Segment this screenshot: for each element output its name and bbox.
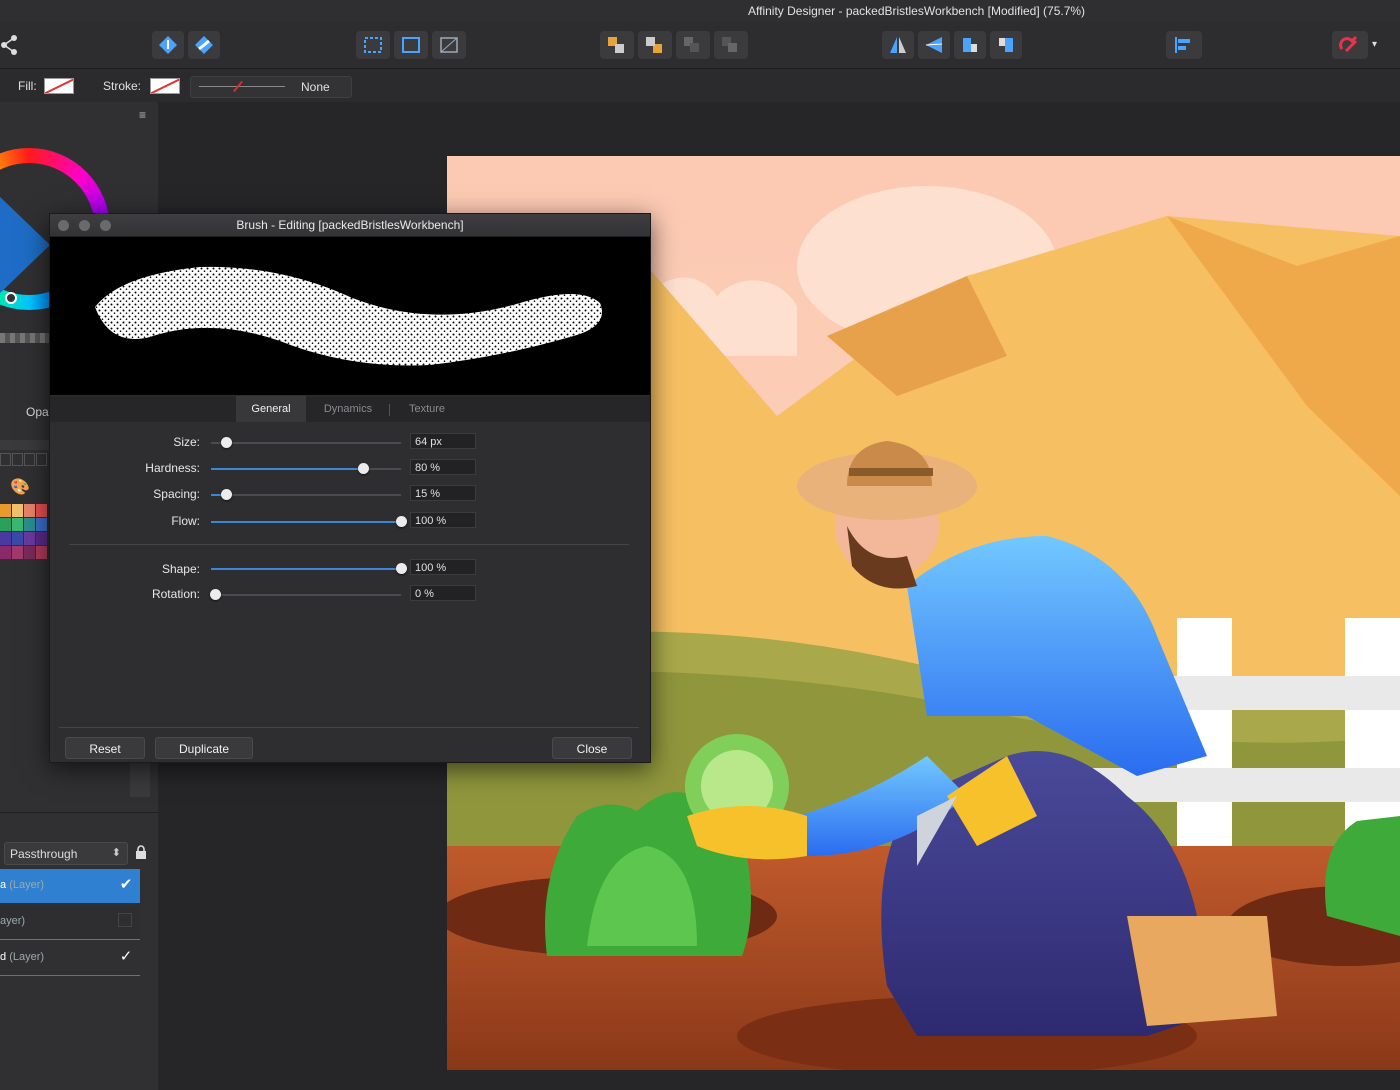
view-mode-button[interactable] [152,31,184,59]
slider-knob[interactable] [396,563,407,574]
brush-stroke-preview [50,237,650,395]
color-wheel-handle[interactable] [5,292,17,304]
stroke-preview-line [199,86,285,87]
snapping-magnet-icon[interactable] [1332,31,1368,59]
reset-button[interactable]: Reset [65,737,145,759]
opacity-slider[interactable] [0,440,50,450]
footer-divider [59,727,639,728]
close-button[interactable]: Close [552,737,632,759]
main-toolbar: ▾ [0,22,1400,69]
panel-divider [0,812,158,813]
window-title: Affinity Designer - packedBristlesWorkbe… [748,4,1086,18]
stroke-style-value: None [301,80,330,94]
rotation-value-field[interactable]: 0 % [410,585,476,601]
flip-horizontal-icon[interactable] [882,31,914,59]
layer-row-selected[interactable]: a (Layer) ✔ [0,869,140,903]
color-triangle[interactable] [0,195,50,295]
shape-value-field[interactable]: 100 % [410,559,476,575]
palette-icon[interactable]: 🎨 [10,477,30,497]
slider-knob[interactable] [221,437,232,448]
select-all-icon[interactable] [356,31,390,59]
duplicate-button[interactable]: Duplicate [155,737,253,759]
swatch-row-4[interactable] [0,546,47,559]
lock-icon[interactable] [135,845,147,859]
panel-scrollbar[interactable] [130,761,150,797]
stroke-label: Stroke: [103,79,142,93]
shape-label: Shape: [161,562,200,576]
arrange-forward-icon[interactable] [676,31,710,59]
section-divider [69,544,629,545]
slider-fill [211,468,363,470]
flow-value-field[interactable]: 100 % [410,512,476,528]
fill-swatch[interactable] [44,78,74,94]
brush-tabs: General Dynamics Texture [50,396,650,422]
tab-texture[interactable]: Texture [394,396,460,422]
layer-visibility-checkbox[interactable]: ✔ [118,877,134,893]
size-label: Size: [173,435,200,449]
swatch-row-3[interactable] [0,532,47,545]
panel-menu-icon[interactable]: ≡ [139,108,146,122]
arrange-back-icon[interactable] [600,31,634,59]
layer-name: ayer) [0,915,26,927]
layer-row[interactable]: d (Layer) ✓ [0,941,140,976]
tab-general[interactable]: General [236,396,306,422]
swatch-row-2[interactable] [0,518,47,531]
dialog-titlebar[interactable]: Brush - Editing [packedBristlesWorkbench… [50,214,650,237]
tab-separator [389,404,390,416]
opacity-label: Opa [26,405,49,419]
hardness-slider[interactable] [211,463,401,474]
size-slider[interactable] [211,437,401,448]
blend-mode-value: Passthrough [10,847,78,861]
spacing-value-field[interactable]: 15 % [410,485,476,501]
select-arrows-icon: ⬍ [111,847,121,859]
layer-name: a (Layer) [0,879,45,891]
transform-icon[interactable] [432,31,466,59]
hardness-label: Hardness: [145,461,200,475]
slider-fill [211,568,401,570]
rotate-right-icon[interactable] [990,31,1022,59]
align-icon[interactable] [1166,31,1202,59]
hardness-value-field[interactable]: 80 % [410,459,476,475]
arrange-front-icon[interactable] [638,31,672,59]
tab-dynamics[interactable]: Dynamics [312,396,384,422]
flow-label: Flow: [171,514,200,528]
share-icon[interactable] [0,34,18,56]
dialog-title: Brush - Editing [packedBristlesWorkbench… [236,218,464,232]
snapping-dropdown-icon[interactable]: ▾ [1372,31,1386,59]
layer-row[interactable]: ayer) [0,905,140,940]
shape-slider[interactable] [211,563,407,574]
spacing-slider[interactable] [211,489,401,500]
rotation-label: Rotation: [151,587,200,601]
slider-fill [211,521,401,523]
brush-editor-dialog: Brush - Editing [packedBristlesWorkbench… [49,213,651,763]
flow-slider[interactable] [211,516,407,527]
rotate-left-icon[interactable] [954,31,986,59]
arrange-backward-icon[interactable] [714,31,748,59]
slider-knob[interactable] [396,516,407,527]
fill-label: Fill: [18,79,37,93]
layer-visibility-checkbox[interactable] [118,913,132,927]
slider-knob[interactable] [358,463,369,474]
stroke-style-field[interactable]: None [190,76,352,98]
blend-mode-select[interactable]: Passthrough ⬍ [4,842,128,865]
layer-name: d (Layer) [0,951,45,963]
pixel-mode-button[interactable] [188,31,220,59]
slider-knob[interactable] [210,589,221,600]
stroke-swatch[interactable] [150,78,180,94]
title-bar: Affinity Designer - packedBristlesWorkbe… [0,0,1400,22]
flip-vertical-icon[interactable] [918,31,950,59]
swatch-row-1[interactable] [0,504,47,517]
spacing-label: Spacing: [153,487,200,501]
opacity-checker [0,333,50,343]
select-bounds-icon[interactable] [394,31,428,59]
layer-visibility-checkbox[interactable]: ✓ [118,949,134,965]
slider-knob[interactable] [221,489,232,500]
size-value-field[interactable]: 64 px [410,433,476,449]
swatch-row-empty [0,453,47,466]
rotation-slider[interactable] [210,589,401,600]
